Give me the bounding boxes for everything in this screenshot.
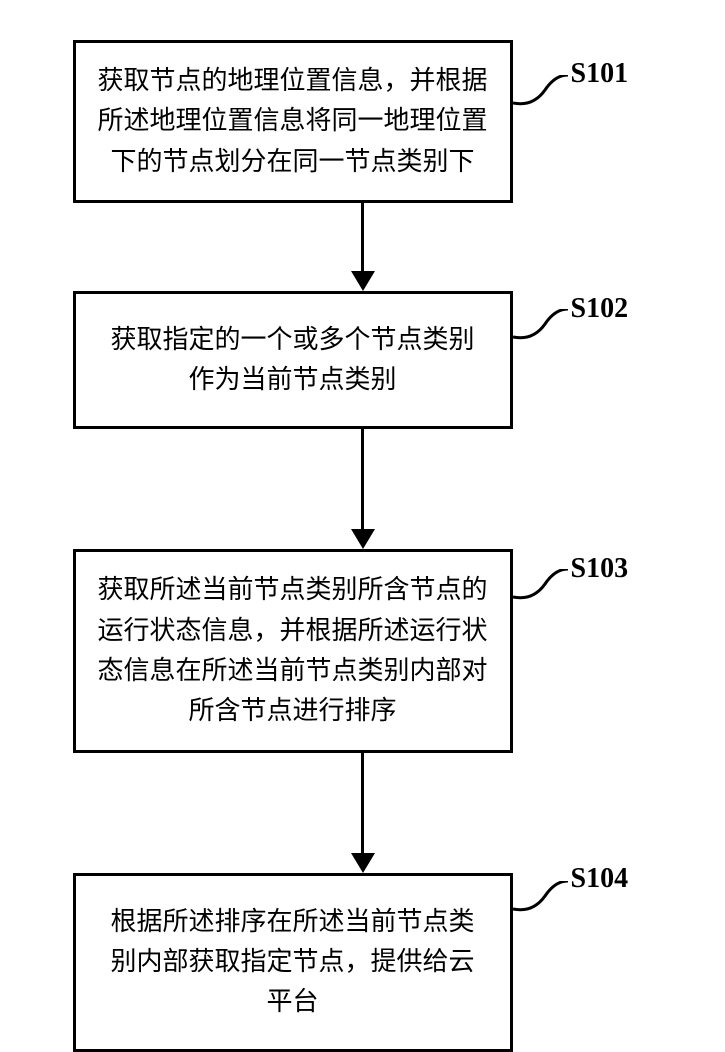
step-text: 获取所述当前节点类别所含节点的运行状态信息，并根据所述运行状态信息在所述当前节点… <box>97 575 487 725</box>
step-box: 获取指定的一个或多个节点类别作为当前节点类别 <box>73 291 513 430</box>
step-text: 获取节点的地理位置信息，并根据所述地理位置信息将同一地理位置下的节点划分在同一节… <box>97 66 487 176</box>
flowchart: 获取节点的地理位置信息，并根据所述地理位置信息将同一地理位置下的节点划分在同一节… <box>0 0 725 1052</box>
step-box: 获取节点的地理位置信息，并根据所述地理位置信息将同一地理位置下的节点划分在同一节… <box>73 40 513 203</box>
step-box: 获取所述当前节点类别所含节点的运行状态信息，并根据所述运行状态信息在所述当前节点… <box>73 549 513 752</box>
step-label: S101 <box>571 58 629 90</box>
step-label: S104 <box>571 863 629 895</box>
step-s102: 获取指定的一个或多个节点类别作为当前节点类别 S102 <box>73 291 653 430</box>
connector-line <box>513 881 573 921</box>
connector-line <box>513 309 573 349</box>
connector-line <box>513 569 573 609</box>
arrow-icon <box>351 429 375 549</box>
step-label: S102 <box>571 293 629 325</box>
connector-line <box>513 75 573 115</box>
step-box: 根据所述排序在所述当前节点类别内部获取指定节点，提供给云平台 <box>73 873 513 1052</box>
step-text: 获取指定的一个或多个节点类别作为当前节点类别 <box>110 325 474 394</box>
arrow-icon <box>351 753 375 873</box>
step-label: S103 <box>571 553 629 585</box>
step-s103: 获取所述当前节点类别所含节点的运行状态信息，并根据所述运行状态信息在所述当前节点… <box>73 549 653 752</box>
step-s104: 根据所述排序在所述当前节点类别内部获取指定节点，提供给云平台 S104 <box>73 873 653 1052</box>
arrow-icon <box>351 203 375 291</box>
step-s101: 获取节点的地理位置信息，并根据所述地理位置信息将同一地理位置下的节点划分在同一节… <box>73 40 653 203</box>
